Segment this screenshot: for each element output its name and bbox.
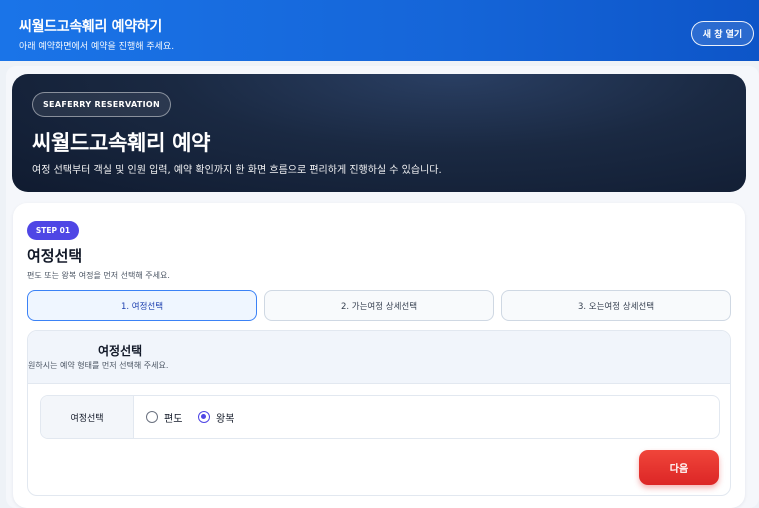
tab-journey-select[interactable]: 1. 여정선택 bbox=[27, 290, 257, 321]
hero-title: 씨월드고속훼리 예약 bbox=[32, 131, 211, 155]
hero-pill: SEAFERRY RESERVATION bbox=[32, 92, 171, 117]
round-trip-label: 왕복 bbox=[216, 413, 235, 425]
next-button[interactable]: 다음 bbox=[639, 450, 719, 485]
top-bar: 씨월드고속훼리 예약하기 아래 예약화면에서 예약을 진행해 주세요. 새 창 … bbox=[0, 0, 759, 61]
app-title: 씨월드고속훼리 예약하기 bbox=[19, 19, 162, 35]
app-subtitle: 아래 예약화면에서 예약을 진행해 주세요. bbox=[19, 42, 175, 52]
journey-panel: 여정선택 원하시는 예약 형태를 먼저 선택해 주세요. 여정선택 편도 왕복 bbox=[27, 330, 731, 496]
panel-header: 여정선택 원하시는 예약 형태를 먼저 선택해 주세요. bbox=[28, 331, 730, 384]
hero-description: 여정 선택부터 객실 및 인원 입력, 예약 확인까지 한 화면 흐름으로 편리… bbox=[32, 165, 442, 176]
trip-type-row: 여정선택 편도 왕복 bbox=[40, 395, 720, 439]
one-way-option[interactable]: 편도 bbox=[146, 396, 182, 438]
round-trip-radio[interactable] bbox=[198, 411, 210, 423]
section-subtitle: 편도 또는 왕복 여정을 먼저 선택해 주세요. bbox=[27, 271, 170, 280]
section-title: 여정선택 bbox=[27, 247, 83, 265]
one-way-label: 편도 bbox=[164, 413, 183, 425]
tab-return-detail[interactable]: 3. 오는여정 상세선택 bbox=[501, 290, 731, 321]
round-trip-option[interactable]: 왕복 bbox=[198, 396, 234, 438]
hero-banner: SEAFERRY RESERVATION 씨월드고속훼리 예약 여정 선택부터 … bbox=[12, 74, 746, 192]
panel-title: 여정선택 bbox=[98, 344, 143, 358]
tab-outbound-detail[interactable]: 2. 가는여정 상세선택 bbox=[264, 290, 494, 321]
panel-subtitle: 원하시는 예약 형태를 먼저 선택해 주세요. bbox=[28, 361, 169, 370]
one-way-radio[interactable] bbox=[146, 411, 158, 423]
trip-type-label: 여정선택 bbox=[41, 396, 134, 438]
step-badge: STEP 01 bbox=[27, 221, 79, 240]
new-window-button[interactable]: 새 창 열기 bbox=[691, 21, 754, 46]
